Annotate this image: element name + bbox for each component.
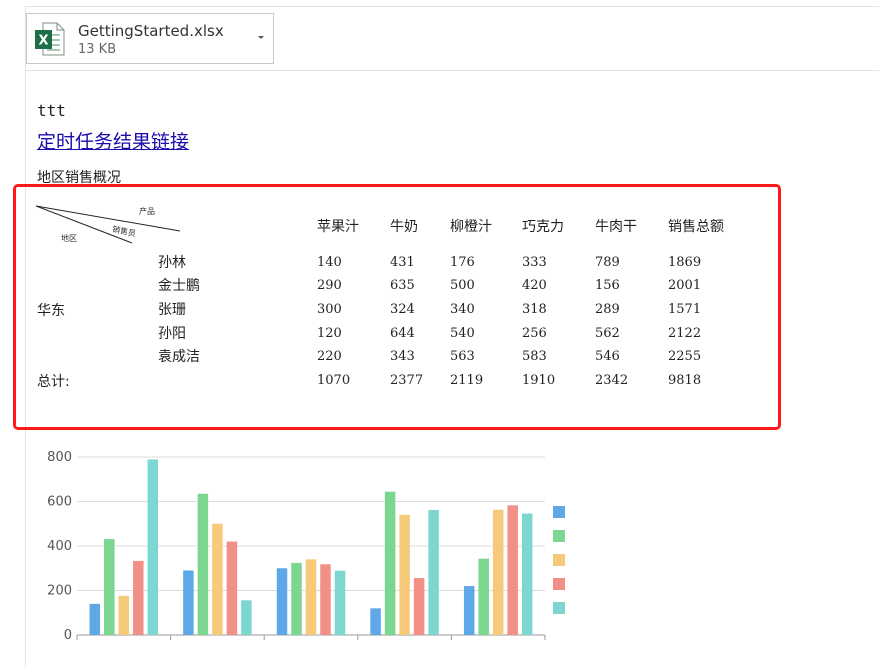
table-cell: 120 [317,326,342,341]
legend-swatch [553,530,565,542]
total-cell: 1910 [522,373,556,388]
attachment-card[interactable]: X GettingStarted.xlsx 13 KB [26,13,274,64]
total-label: 总计: [37,374,70,390]
chart-bar [291,562,302,635]
table-cell: 343 [390,349,415,364]
col-header: 牛奶 [390,219,418,235]
region-label: 华东 [37,303,65,319]
corner-label-region: 地区 [61,234,77,243]
table-cell: 333 [522,255,547,270]
attachment-divider [25,70,879,71]
table-cell: 176 [450,255,475,270]
table-cell: 500 [450,278,475,293]
chart-bar [413,578,425,635]
salesperson-name: 张珊 [158,302,186,318]
top-divider [25,6,879,7]
chart-bar [399,514,410,635]
table-cell: 540 [450,326,475,341]
salesperson-name: 孙林 [158,255,186,271]
chart-bar [212,523,223,635]
table-cell: 2001 [668,278,702,293]
y-tick-label: 200 [47,584,72,599]
chart-bar [104,539,115,635]
table-cell: 1571 [668,302,702,317]
result-link[interactable]: 定时任务结果链接 [37,127,189,154]
table-cell: 140 [317,255,342,270]
salesperson-name: 孙阳 [158,326,186,342]
excel-icon: X [35,22,65,56]
svg-text:X: X [38,34,48,49]
col-header: 牛肉干 [595,219,637,235]
table-cell: 562 [595,326,620,341]
attachment-file-name: GettingStarted.xlsx [78,22,224,40]
y-tick-label: 400 [47,539,72,554]
corner-label-product: 产品 [139,207,155,216]
col-header: 苹果汁 [317,219,359,235]
chart-bar [118,595,130,635]
table-cell: 324 [390,302,415,317]
chart-bar [478,558,489,635]
total-cell: 9818 [668,373,702,388]
table-cell: 289 [595,302,620,317]
chart-bar [428,509,439,635]
table-cell: 318 [522,302,547,317]
table-cell: 156 [595,278,620,293]
total-cell: 2119 [450,373,484,388]
table-cell: 583 [522,349,547,364]
chart-bar [241,600,252,635]
table-cell: 789 [595,255,620,270]
sales-bar-chart: 0 200 400 600 800 [47,450,565,643]
legend-swatch [553,554,565,566]
chart-bar [492,509,504,635]
chevron-down-icon[interactable] [255,31,267,43]
table-cell: 256 [522,326,547,341]
chart-bar [334,570,346,635]
col-header: 销售总额 [668,219,724,235]
message-text: ttt [37,101,66,120]
table-cell: 546 [595,349,620,364]
legend-swatch [553,602,565,614]
table-cell: 340 [450,302,475,317]
chart-bar [507,505,518,635]
table-cell: 2255 [668,349,702,364]
chart-bar [133,560,144,635]
salesperson-name: 金士鹏 [158,278,200,294]
legend-swatch [553,506,565,518]
table-cell: 2122 [668,326,702,341]
chart-bar [89,603,101,635]
chart-bar [147,459,159,635]
table-cell: 431 [390,255,415,270]
table-cell: 1869 [668,255,702,270]
chart-bar [384,491,396,635]
y-tick-label: 0 [64,628,72,643]
chart-bar [197,493,209,635]
y-tick-label: 800 [47,450,72,465]
table-corner-diagonal [36,205,181,244]
chart-bar [305,559,317,635]
table-cell: 635 [390,278,415,293]
legend-swatch [553,578,565,590]
chart-bar [226,541,238,635]
table-cell: 220 [317,349,342,364]
email-view: X GettingStarted.xlsx 13 KB ttt 定时任务结果链接… [0,0,879,667]
y-tick-label: 600 [47,495,72,510]
chart-bar [320,564,331,635]
table-cell: 563 [450,349,475,364]
total-cell: 2342 [595,373,629,388]
chart-bar [276,568,288,635]
chart-bar [521,513,533,635]
attachment-file-size: 13 KB [78,42,117,57]
total-cell: 2377 [390,373,424,388]
chart-bar [183,570,194,635]
table-cell: 420 [522,278,547,293]
total-cell: 1070 [317,373,351,388]
table-cell: 300 [317,302,342,317]
chart-bar [463,586,475,635]
chart-bar [370,608,381,635]
col-header: 柳橙汁 [450,219,492,235]
table-cell: 644 [390,326,415,341]
col-header: 巧克力 [522,219,564,235]
salesperson-name: 袁成洁 [158,349,200,365]
table-cell: 290 [317,278,342,293]
